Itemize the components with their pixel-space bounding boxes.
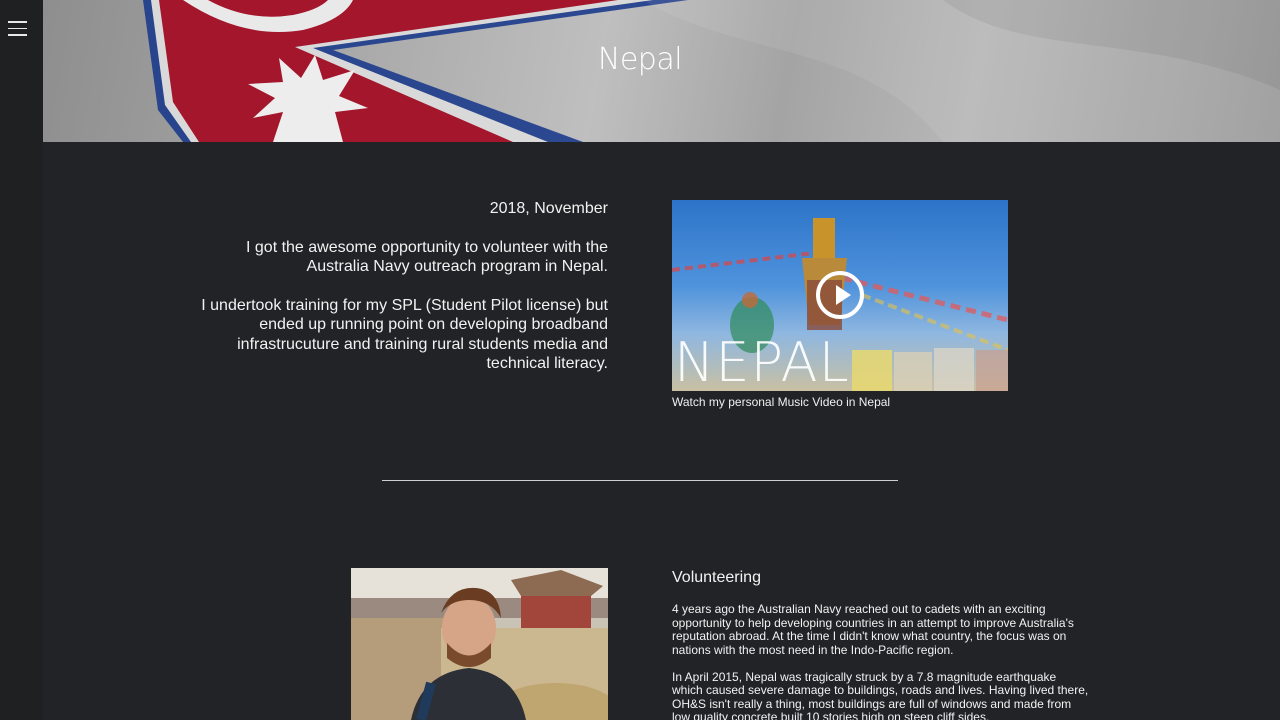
- page-title: Nepal: [597, 42, 683, 77]
- intro-date: 2018, November: [489, 200, 608, 217]
- volunteer-selfie-photo: [351, 568, 608, 720]
- hamburger-menu-icon[interactable]: [8, 21, 27, 36]
- menu-line: [8, 27, 27, 29]
- video-caption: Watch my personal Music Video in Nepal: [672, 395, 891, 409]
- volunteering-paragraph: 4 years ago the Australian Navy reached …: [672, 602, 1074, 657]
- menu-line: [8, 21, 27, 23]
- intro-paragraph: I undertook training for my SPL (Student…: [201, 296, 608, 373]
- section-divider: [382, 480, 898, 481]
- volunteering-paragraph: In April 2015, Nepal was tragically stru…: [672, 669, 1089, 720]
- menu-line: [8, 34, 27, 36]
- music-video-thumbnail[interactable]: NEPAL: [672, 200, 1008, 391]
- volunteering-body: 4 years ago the Australian Navy reached …: [672, 602, 1090, 720]
- volunteering-heading: Volunteering: [672, 569, 761, 586]
- intro-paragraph: I got the awesome opportunity to volunte…: [246, 238, 608, 276]
- video-overlay-title: NEPAL: [674, 331, 850, 392]
- side-nav-rail: [0, 0, 43, 720]
- hero-banner: Nepal: [43, 0, 1280, 142]
- play-icon[interactable]: [816, 271, 864, 319]
- intro-text-block: 2018, November I got the awesome opportu…: [190, 199, 608, 393]
